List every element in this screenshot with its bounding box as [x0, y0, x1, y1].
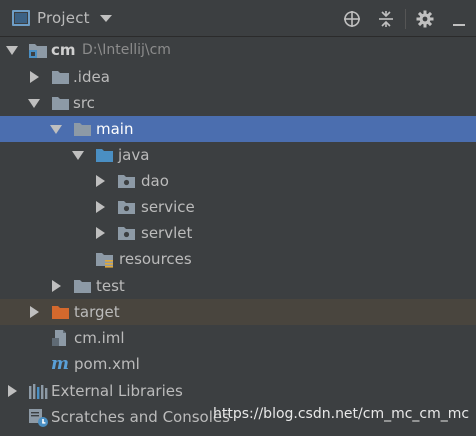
expand-arrow-icon[interactable] — [30, 306, 39, 318]
project-tool-window: Project cm D:\Intellij\cm .idea src main… — [0, 0, 476, 436]
chevron-down-icon[interactable] — [99, 14, 112, 22]
tree-node-java[interactable]: java — [0, 142, 476, 168]
expand-arrow-icon[interactable] — [96, 227, 105, 239]
library-bars-icon — [28, 383, 48, 399]
expand-arrow-icon[interactable] — [96, 175, 105, 187]
project-view-selector[interactable]: Project — [0, 0, 112, 36]
package-icon — [117, 199, 136, 215]
panel-title: Project — [37, 9, 90, 27]
tree-node-pom-xml[interactable]: m pom.xml — [0, 351, 476, 377]
expand-arrow-icon[interactable] — [6, 46, 18, 55]
project-panel-header: Project — [0, 0, 476, 37]
gear-icon[interactable] — [408, 0, 442, 37]
tree-label-scratches: Scratches and Consoles — [51, 408, 230, 426]
tree-node-dao[interactable]: dao — [0, 168, 476, 194]
tree-node-cm[interactable]: cm D:\Intellij\cm — [0, 37, 476, 63]
expand-arrow-icon[interactable] — [96, 201, 105, 213]
tree-label-test: test — [96, 277, 125, 295]
expand-arrow-icon[interactable] — [50, 125, 62, 134]
resources-folder-icon — [95, 251, 115, 268]
tree-node-servlet[interactable]: servlet — [0, 220, 476, 246]
project-tree: cm D:\Intellij\cm .idea src main java da… — [0, 37, 476, 436]
watermark-url: https://blog.csdn.net/cm_mc_cm_mc — [213, 406, 470, 422]
collapse-all-icon[interactable] — [369, 0, 403, 37]
expand-arrow-icon[interactable] — [30, 71, 39, 83]
tree-label-cm-iml: cm.iml — [74, 329, 125, 347]
tree-label-servlet: servlet — [141, 224, 193, 242]
tree-label-main: main — [96, 120, 134, 138]
maven-m-icon: m — [50, 354, 72, 372]
expand-arrow-icon[interactable] — [28, 99, 40, 108]
hide-panel-icon[interactable] — [442, 0, 476, 37]
tree-label-dao: dao — [141, 172, 169, 190]
tree-label-resources: resources — [119, 250, 192, 268]
folder-icon — [51, 69, 70, 85]
svg-text:m: m — [51, 354, 69, 372]
expand-arrow-icon[interactable] — [52, 280, 61, 292]
idea-name: idea — [77, 68, 110, 86]
tree-node-resources[interactable]: resources — [0, 246, 476, 272]
tree-node-test[interactable]: test — [0, 273, 476, 299]
tree-node-target[interactable]: target — [0, 299, 476, 325]
tree-label-src: src — [73, 94, 95, 112]
tree-node-external-libraries[interactable]: External Libraries — [0, 378, 476, 404]
tree-node-service[interactable]: service — [0, 194, 476, 220]
root-module-path: D:\Intellij\cm — [82, 42, 171, 58]
tree-label-java: java — [118, 146, 150, 164]
package-icon — [117, 225, 136, 241]
tree-node-src[interactable]: src — [0, 90, 476, 116]
header-toolbar — [335, 0, 476, 37]
tree-node-main[interactable]: main — [0, 116, 476, 142]
tree-label-idea: .idea — [73, 68, 110, 86]
tree-node-idea[interactable]: .idea — [0, 64, 476, 90]
folder-icon — [51, 95, 70, 111]
toolbar-separator — [405, 8, 406, 29]
locate-crosshair-icon[interactable] — [335, 0, 369, 37]
package-icon — [117, 173, 136, 189]
expand-arrow-icon[interactable] — [72, 151, 84, 160]
source-folder-icon — [95, 147, 114, 163]
scratches-icon — [28, 408, 50, 428]
expand-arrow-icon[interactable] — [8, 385, 17, 397]
tree-label-external-libraries: External Libraries — [51, 382, 183, 400]
tree-label-target: target — [74, 303, 120, 321]
iml-file-icon — [51, 329, 69, 347]
root-module-label: cm — [51, 41, 76, 59]
excluded-folder-icon — [51, 304, 70, 320]
tree-label-pom-xml: pom.xml — [74, 355, 140, 373]
tree-label-service: service — [141, 198, 195, 216]
folder-icon — [73, 121, 92, 137]
project-window-icon — [12, 10, 30, 26]
module-folder-icon — [28, 41, 48, 59]
tree-node-cm-iml[interactable]: cm.iml — [0, 325, 476, 351]
folder-icon — [73, 278, 92, 294]
